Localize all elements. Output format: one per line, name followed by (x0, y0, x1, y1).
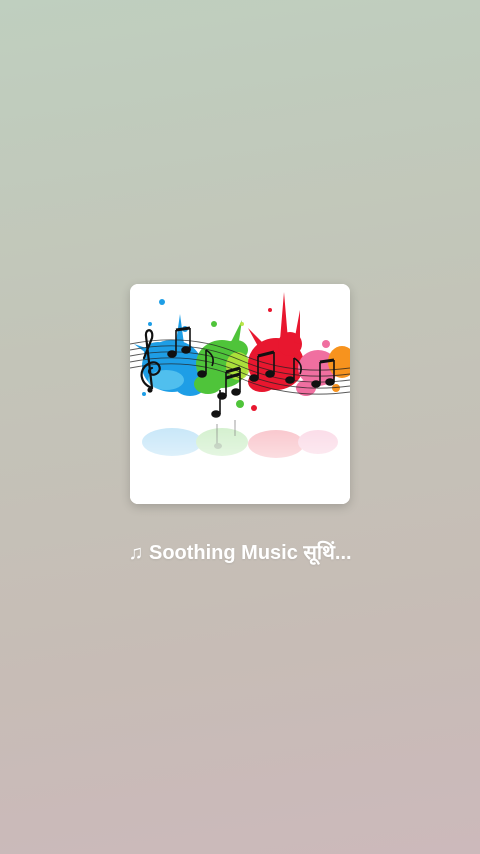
music-notes-paint-splash-icon (130, 284, 350, 504)
app-title: ♫ Soothing Music सूथिं... (128, 542, 352, 564)
app-artwork (130, 284, 350, 504)
